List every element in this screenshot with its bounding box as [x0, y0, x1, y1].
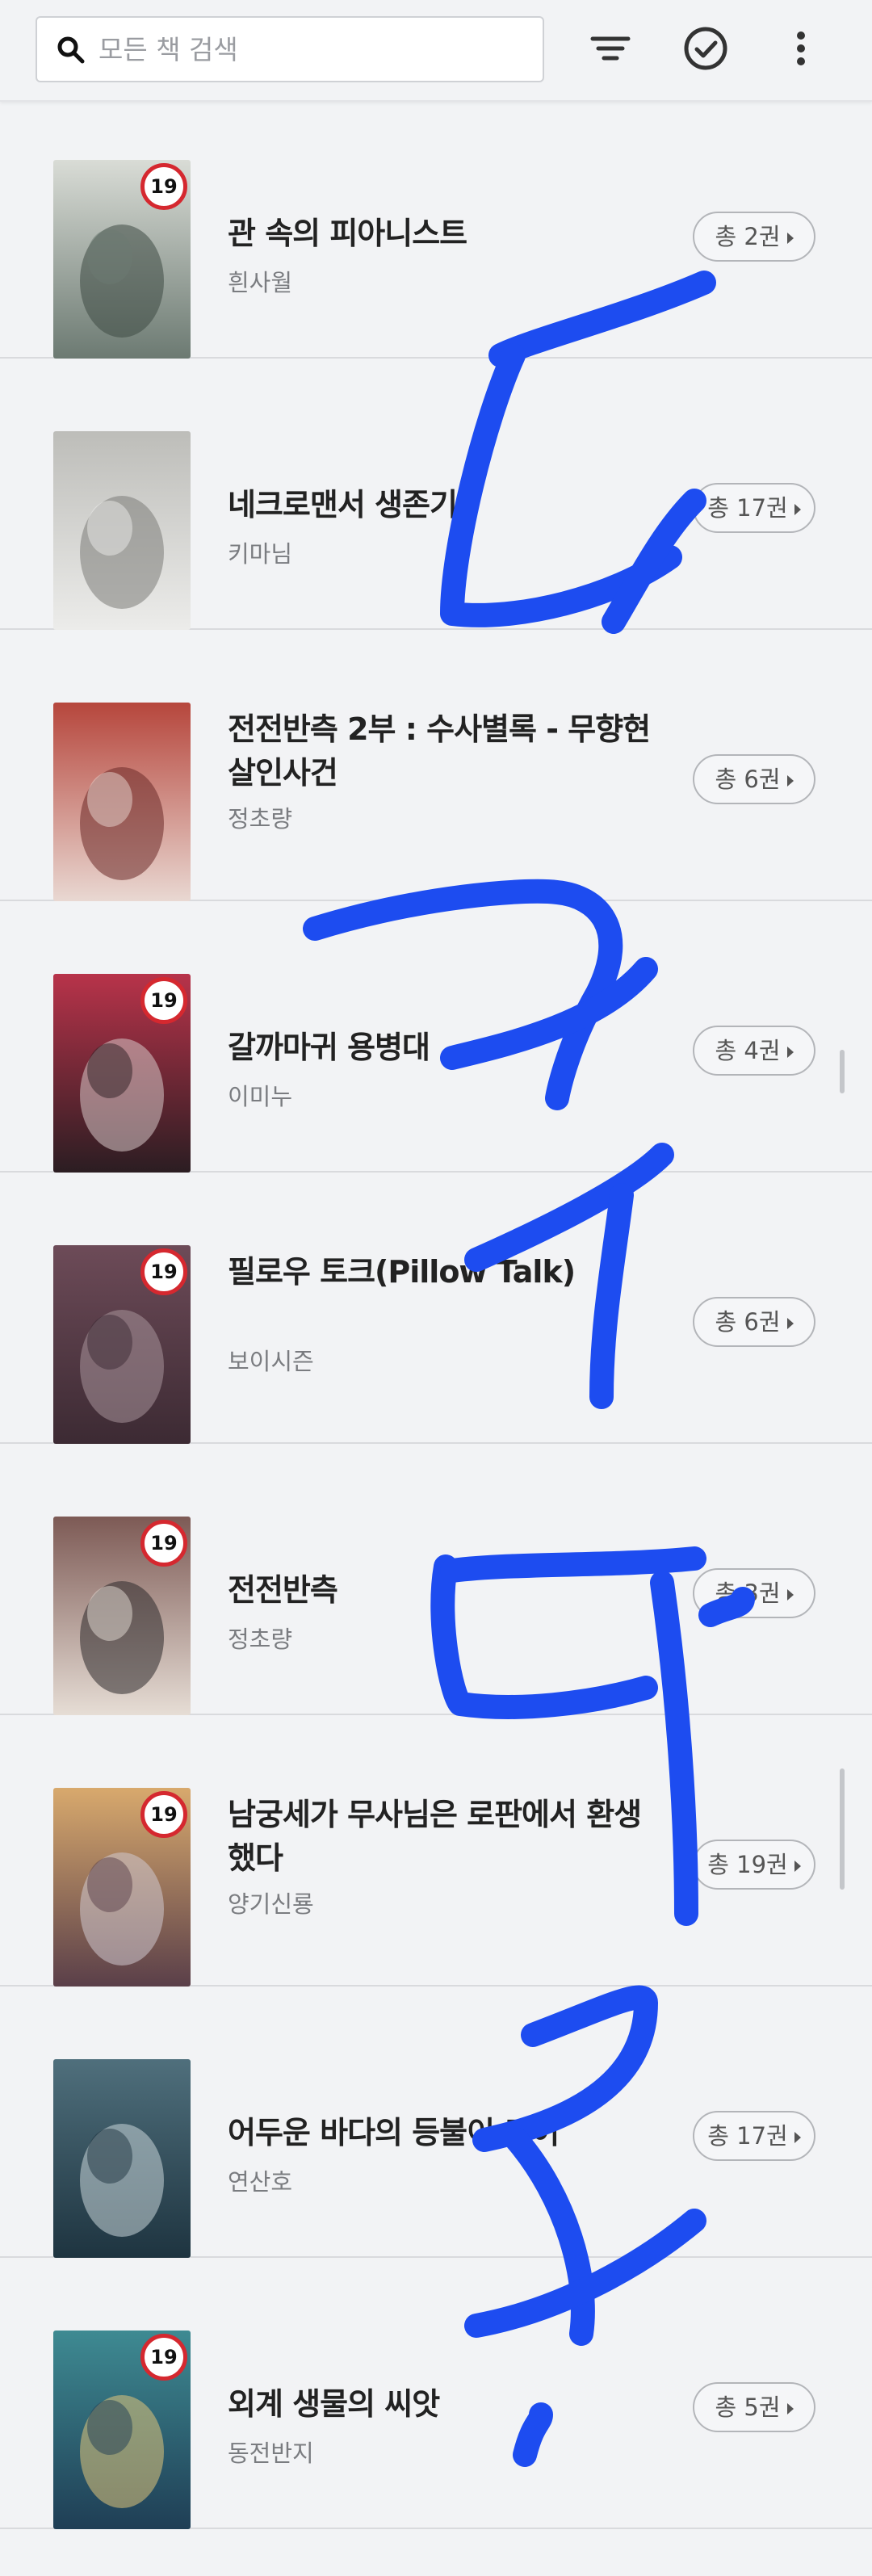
search-icon	[57, 36, 85, 64]
book-cover[interactable]: 19	[53, 160, 191, 359]
cover-image	[53, 431, 191, 630]
book-cover[interactable]: 19	[53, 2331, 191, 2529]
book-row[interactable]: 19 필로우 토크(Pillow Talk) 보이시즌 총 6권	[0, 1173, 872, 1444]
chevron-right-icon	[786, 1047, 794, 1058]
chevron-right-icon	[786, 1318, 794, 1329]
book-cover[interactable]	[53, 703, 191, 901]
book-cover[interactable]: 19	[53, 1788, 191, 1987]
book-title: 어두운 바다의 등불이 되어	[228, 2115, 560, 2150]
book-row[interactable]: 19 남궁세가 무사님은 로판에서 환생했다양기신룡 총 19권	[0, 1715, 872, 1987]
book-title: 관 속의 피아니스트	[228, 216, 467, 251]
volume-count-label: 총 5권	[715, 2393, 781, 2421]
book-author: 흰사월	[228, 269, 293, 296]
volume-count-label: 총 4권	[715, 1037, 781, 1064]
volume-count-label: 총 17권	[707, 494, 788, 522]
book-author: 연산호	[228, 2168, 293, 2196]
scrollbar-thumb[interactable]	[840, 1050, 845, 1093]
book-cover[interactable]: 19	[53, 1245, 191, 1444]
chevron-right-icon	[786, 1589, 794, 1601]
chevron-right-icon	[786, 233, 794, 244]
book-title: 전전반측 2부 : 수사별록 - 무향현 살인사건	[228, 711, 651, 791]
volume-count-label: 총 6권	[715, 1308, 781, 1336]
search-placeholder: 모든 책 검색	[99, 34, 238, 65]
volume-count-button[interactable]: 총 6권	[693, 1297, 815, 1347]
book-title: 필로우 토크(Pillow Talk)	[228, 1254, 576, 1290]
age-19-badge: 19	[140, 1520, 187, 1567]
age-19-badge: 19	[140, 1791, 187, 1838]
book-author: 양기신룡	[228, 1890, 314, 1918]
book-row[interactable]: 19 외계 생물의 씨앗동전반지 총 5권	[0, 2258, 872, 2529]
volume-count-button[interactable]: 총 5권	[693, 2382, 815, 2432]
book-row[interactable]: 네크로맨서 생존기키마님 총 17권	[0, 359, 872, 630]
age-19-badge: 19	[140, 977, 187, 1024]
scrollbar-thumb[interactable]	[840, 1768, 845, 1890]
cover-image	[53, 2059, 191, 2258]
age-19-badge: 19	[140, 163, 187, 210]
age-19-badge: 19	[140, 2334, 187, 2381]
check-circle-icon[interactable]	[680, 23, 732, 74]
volume-count-button[interactable]: 총 6권	[693, 754, 815, 804]
volume-count-label: 총 2권	[715, 223, 781, 250]
volume-count-button[interactable]: 총 17권	[693, 483, 815, 533]
age-19-badge: 19	[140, 1248, 187, 1295]
chevron-right-icon	[786, 775, 794, 787]
book-row[interactable]: 어두운 바다의 등불이 되어연산호 총 17권	[0, 1987, 872, 2258]
chevron-right-icon	[794, 504, 801, 515]
volume-count-button[interactable]: 총 4권	[693, 1026, 815, 1076]
book-author: 동전반지	[228, 2440, 314, 2467]
book-row[interactable]: 전전반측 2부 : 수사별록 - 무향현 살인사건정초량 총 6권	[0, 630, 872, 901]
volume-count-label: 총 19권	[707, 1851, 788, 1878]
book-cover[interactable]: 19	[53, 974, 191, 1173]
book-author: 정초량	[228, 805, 293, 833]
book-row[interactable]: 19 관 속의 피아니스트흰사월 총 2권	[0, 87, 872, 359]
book-author: 보이시즌	[228, 1348, 314, 1375]
volume-count-label: 총 17권	[707, 2122, 788, 2150]
book-title: 외계 생물의 씨앗	[228, 2386, 440, 2422]
search-input[interactable]: 모든 책 검색	[36, 16, 544, 82]
volume-count-button[interactable]: 총 2권	[693, 212, 815, 262]
book-author: 정초량	[228, 1626, 293, 1653]
volume-count-label: 총 3권	[715, 1580, 781, 1607]
book-title: 네크로맨서 생존기	[228, 487, 458, 522]
chevron-right-icon	[794, 1861, 801, 1872]
book-author: 키마님	[228, 540, 293, 568]
volume-count-label: 총 6권	[715, 766, 781, 793]
book-cover[interactable]	[53, 431, 191, 630]
chevron-right-icon	[794, 2132, 801, 2143]
filter-icon[interactable]	[585, 23, 636, 74]
book-cover[interactable]: 19	[53, 1517, 191, 1715]
volume-count-button[interactable]: 총 3권	[693, 1568, 815, 1618]
volume-count-button[interactable]: 총 19권	[693, 1840, 815, 1890]
chevron-right-icon	[786, 2403, 794, 2414]
book-title: 전전반측	[228, 1572, 338, 1608]
book-cover[interactable]	[53, 2059, 191, 2258]
volume-count-button[interactable]: 총 17권	[693, 2111, 815, 2161]
book-row[interactable]: 19 갈까마귀 용병대이미누 총 4권	[0, 901, 872, 1173]
book-title: 남궁세가 무사님은 로판에서 환생했다	[228, 1797, 642, 1876]
book-author: 이미누	[228, 1083, 293, 1110]
cover-image	[53, 703, 191, 901]
more-vertical-icon[interactable]	[775, 23, 827, 74]
book-row[interactable]: 19 전전반측정초량 총 3권	[0, 1444, 872, 1715]
book-title: 갈까마귀 용병대	[228, 1030, 430, 1065]
